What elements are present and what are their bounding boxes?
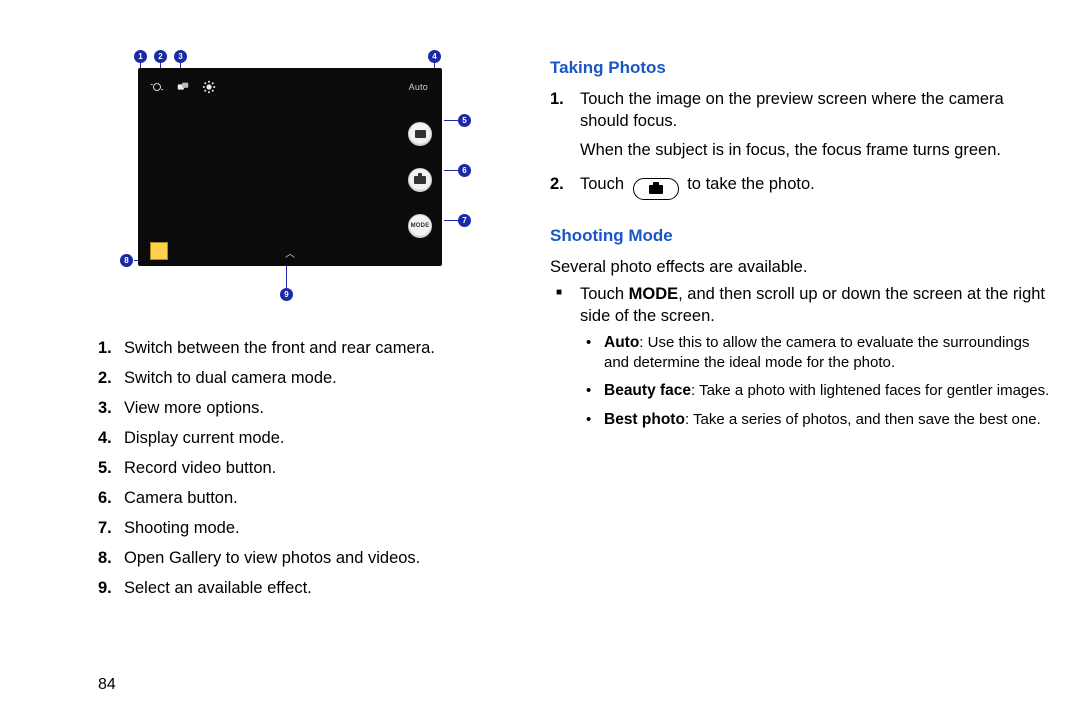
legend-item: 8.Open Gallery to view photos and videos… <box>98 544 530 572</box>
bullet-text-pre: Touch <box>580 285 629 303</box>
legend-item: 9.Select an available effect. <box>98 574 530 602</box>
gear-icon <box>202 80 216 94</box>
shooting-mode-item: Touch MODE, and then scroll up or down t… <box>550 283 1050 430</box>
callout-8: 8 <box>120 254 133 267</box>
callout-4: 4 <box>428 50 441 63</box>
camera-shutter-button[interactable] <box>408 168 432 192</box>
chevron-up-icon: ︿ <box>285 245 295 260</box>
callout-3: 3 <box>174 50 187 63</box>
legend-item: 1.Switch between the front and rear came… <box>98 334 530 362</box>
callout-6: 6 <box>458 164 471 177</box>
left-column: 1 2 3 4 5 6 7 8 9 <box>0 0 540 720</box>
legend-item: 3.View more options. <box>98 394 530 422</box>
camera-screen: Auto MODE ︿ <box>138 68 442 266</box>
mode-option: Beauty face: Take a photo with lightened… <box>580 381 1050 401</box>
mode-option: Best photo: Take a series of photos, and… <box>580 410 1050 430</box>
step-item: 2. Touch to take the photo. <box>550 173 1050 201</box>
bullet-text-bold: MODE <box>629 285 679 303</box>
record-video-button[interactable] <box>408 122 432 146</box>
camera-figure: 1 2 3 4 5 6 7 8 9 <box>128 56 488 306</box>
callout-7: 7 <box>458 214 471 227</box>
heading-taking-photos: Taking Photos <box>550 58 1050 78</box>
current-mode-label: Auto <box>409 82 428 92</box>
mode-name: Best photo <box>604 411 685 428</box>
legend-text: Shooting mode. <box>124 519 240 537</box>
step-text-post: to take the photo. <box>687 175 815 193</box>
mode-name: Auto <box>604 334 639 351</box>
mode-options: Auto: Use this to allow the camera to ev… <box>580 333 1050 430</box>
callout-lead <box>286 266 287 288</box>
callout-1: 1 <box>134 50 147 63</box>
shooting-mode-list: Touch MODE, and then scroll up or down t… <box>550 283 1050 430</box>
legend-text: View more options. <box>124 399 264 417</box>
legend-item: 2.Switch to dual camera mode. <box>98 364 530 392</box>
callout-lead <box>444 220 458 221</box>
taking-photos-steps: 1. Touch the image on the preview screen… <box>550 88 1050 200</box>
mode-desc: : Use this to allow the camera to evalua… <box>604 334 1030 371</box>
shooting-intro: Several photo effects are available. <box>550 256 1050 278</box>
legend-text: Record video button. <box>124 459 276 477</box>
step-text: Touch the image on the preview screen wh… <box>580 90 1004 130</box>
switch-camera-icon <box>150 80 164 94</box>
right-column: Taking Photos 1. Touch the image on the … <box>540 0 1080 720</box>
inline-camera-button-icon <box>633 178 679 200</box>
page-number: 84 <box>98 676 116 694</box>
callout-lead <box>444 170 458 171</box>
camera-icon <box>649 185 663 194</box>
callout-5: 5 <box>458 114 471 127</box>
dual-camera-icon <box>176 80 190 94</box>
camera-icon <box>414 176 426 184</box>
gallery-thumbnail[interactable] <box>150 242 168 260</box>
mode-desc: : Take a series of photos, and then save… <box>685 411 1041 428</box>
callout-lead <box>444 120 458 121</box>
legend-item: 7.Shooting mode. <box>98 514 530 542</box>
camera-topbar <box>150 80 216 94</box>
legend-text: Switch to dual camera mode. <box>124 369 337 387</box>
legend-item: 5.Record video button. <box>98 454 530 482</box>
callout-2: 2 <box>154 50 167 63</box>
right-button-stack: MODE <box>408 122 432 238</box>
legend-text: Switch between the front and rear camera… <box>124 339 435 357</box>
legend-text: Camera button. <box>124 489 238 507</box>
mode-button[interactable]: MODE <box>408 214 432 238</box>
video-icon <box>415 130 426 138</box>
mode-name: Beauty face <box>604 382 691 399</box>
step-subtext: When the subject is in focus, the focus … <box>580 139 1050 161</box>
legend-item: 6.Camera button. <box>98 484 530 512</box>
callout-9: 9 <box>280 288 293 301</box>
legend-text: Open Gallery to view photos and videos. <box>124 549 420 567</box>
legend-item: 4.Display current mode. <box>98 424 530 452</box>
heading-shooting-mode: Shooting Mode <box>550 226 1050 246</box>
mode-option: Auto: Use this to allow the camera to ev… <box>580 333 1050 373</box>
mode-desc: : Take a photo with lightened faces for … <box>691 382 1049 399</box>
step-item: 1. Touch the image on the preview screen… <box>550 88 1050 161</box>
legend-text: Display current mode. <box>124 429 284 447</box>
figure-legend: 1.Switch between the front and rear came… <box>98 334 530 602</box>
step-text-pre: Touch <box>580 175 624 193</box>
mode-icon: MODE <box>411 223 430 229</box>
legend-text: Select an available effect. <box>124 579 312 597</box>
